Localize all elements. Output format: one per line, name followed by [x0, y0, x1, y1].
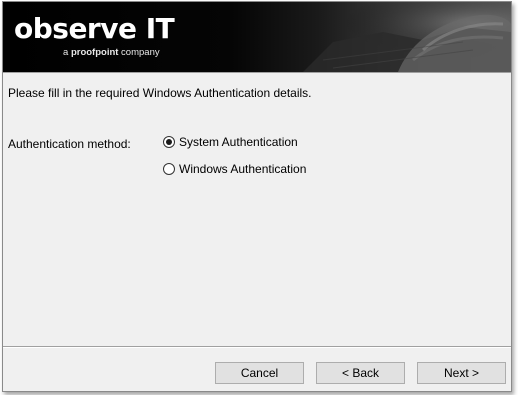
- observeit-logo: observe IT: [14, 12, 175, 45]
- system-authentication-label: System Authentication: [179, 135, 298, 149]
- cancel-button[interactable]: Cancel: [215, 362, 304, 384]
- windows-authentication-option[interactable]: Windows Authentication: [163, 162, 306, 176]
- setup-wizard-window: observe IT a proofpoint company Please f…: [2, 1, 512, 392]
- next-button[interactable]: Next >: [417, 362, 506, 384]
- header-divider: [3, 72, 511, 73]
- authentication-method-label: Authentication method:: [8, 137, 131, 151]
- instruction-text: Please fill in the required Windows Auth…: [8, 86, 312, 100]
- windows-authentication-radio[interactable]: [163, 163, 175, 175]
- logo-tagline: a proofpoint company: [63, 47, 160, 58]
- header-banner: observe IT a proofpoint company: [3, 2, 511, 72]
- system-authentication-option[interactable]: System Authentication: [163, 135, 298, 149]
- windows-authentication-label: Windows Authentication: [179, 162, 307, 176]
- system-authentication-radio[interactable]: [163, 136, 175, 148]
- back-button[interactable]: < Back: [316, 362, 405, 384]
